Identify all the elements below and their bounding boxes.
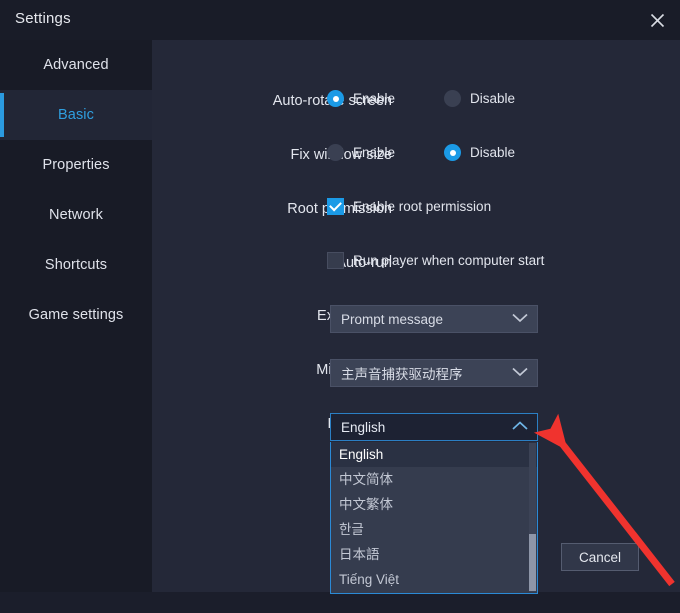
dropdown-scrollbar-thumb[interactable] xyxy=(529,534,536,591)
row-root-permission: Root permission Enable root permission xyxy=(152,198,680,252)
row-language: Language English English 中文简体 中文繁体 한글 日本… xyxy=(152,413,680,613)
chevron-up-icon xyxy=(512,418,528,436)
microphone-select[interactable]: 主声音捕获驱动程序 xyxy=(330,359,538,387)
language-option-english[interactable]: English xyxy=(331,442,537,467)
language-dropdown-list[interactable]: English 中文简体 中文繁体 한글 日本語 Tiếng Việt xyxy=(330,442,538,594)
language-option-chinese-simplified[interactable]: 中文简体 xyxy=(331,467,537,492)
sidebar-item-label: Network xyxy=(49,207,103,223)
chevron-down-icon xyxy=(512,364,528,382)
language-select[interactable]: English xyxy=(330,413,538,441)
language-option-chinese-traditional[interactable]: 中文繁体 xyxy=(331,492,537,517)
sidebar-item-advanced[interactable]: Advanced xyxy=(0,40,152,90)
sidebar-item-basic[interactable]: Basic xyxy=(0,90,152,140)
sidebar: Advanced Basic Properties Network Shortc… xyxy=(0,40,152,592)
fix-window-enable-label: Enable xyxy=(353,145,396,160)
checkbox-icon xyxy=(327,198,344,215)
close-glyph xyxy=(650,13,664,27)
chevron-down-icon xyxy=(512,310,528,328)
sidebar-item-label: Basic xyxy=(58,107,94,123)
exit-options-value: Prompt message xyxy=(341,311,444,327)
fix-window-disable-option[interactable]: Disable xyxy=(444,144,515,161)
language-option-vietnamese[interactable]: Tiếng Việt xyxy=(331,567,537,592)
row-auto-rotate: Auto-rotate screen Enable Disable xyxy=(152,90,680,144)
auto-rotate-disable-label: Disable xyxy=(470,91,516,106)
row-fix-window-size: Fix window size Enable Disable xyxy=(152,144,680,198)
microphone-value: 主声音捕获驱动程序 xyxy=(341,367,463,382)
radio-icon xyxy=(444,144,461,161)
exit-options-select[interactable]: Prompt message xyxy=(330,305,538,333)
sidebar-item-label: Shortcuts xyxy=(44,257,108,273)
close-icon[interactable] xyxy=(640,4,674,36)
checkbox-icon xyxy=(327,252,344,269)
language-select-wrap: English English 中文简体 中文繁体 한글 日本語 Tiếng V… xyxy=(330,413,538,594)
row-auto-run: Auto-run Run player when computer start xyxy=(152,252,680,306)
row-microphone: Microphone 主声音捕获驱动程序 xyxy=(152,359,680,413)
auto-rotate-enable-label: Enable xyxy=(353,91,396,106)
sidebar-item-label: Advanced xyxy=(43,57,109,73)
settings-panel: Auto-rotate screen Enable Disable Fix wi… xyxy=(152,40,680,594)
auto-rotate-enable-option[interactable]: Enable xyxy=(327,90,395,107)
settings-window: Settings Advanced Basic Properties Netwo… xyxy=(0,0,680,594)
title-bar: Settings xyxy=(0,0,680,40)
language-value: English xyxy=(341,419,386,435)
fix-window-disable-label: Disable xyxy=(470,145,516,160)
root-permission-checkbox-option[interactable]: Enable root permission xyxy=(327,198,491,215)
radio-icon xyxy=(327,144,344,161)
sidebar-item-label: Game settings xyxy=(28,307,124,323)
row-exit-options: Exit options Prompt message xyxy=(152,305,680,359)
radio-icon xyxy=(327,90,344,107)
page-title: Settings xyxy=(15,10,71,27)
fix-window-enable-option[interactable]: Enable xyxy=(327,144,395,161)
sidebar-item-label: Properties xyxy=(42,157,110,173)
cancel-button[interactable]: Cancel xyxy=(561,543,639,571)
radio-icon xyxy=(444,90,461,107)
exit-options-select-wrap: Prompt message xyxy=(330,305,538,333)
microphone-select-wrap: 主声音捕获驱动程序 xyxy=(330,359,538,387)
root-permission-checkbox-label: Enable root permission xyxy=(353,199,492,214)
auto-run-checkbox-option[interactable]: Run player when computer start xyxy=(327,252,544,269)
sidebar-item-network[interactable]: Network xyxy=(0,190,152,240)
sidebar-item-shortcuts[interactable]: Shortcuts xyxy=(0,240,152,290)
auto-rotate-disable-option[interactable]: Disable xyxy=(444,90,515,107)
language-option-japanese[interactable]: 日本語 xyxy=(331,542,537,567)
sidebar-item-game-settings[interactable]: Game settings xyxy=(0,290,152,340)
language-option-korean[interactable]: 한글 xyxy=(331,517,537,542)
auto-run-checkbox-label: Run player when computer start xyxy=(353,253,545,268)
sidebar-item-properties[interactable]: Properties xyxy=(0,140,152,190)
